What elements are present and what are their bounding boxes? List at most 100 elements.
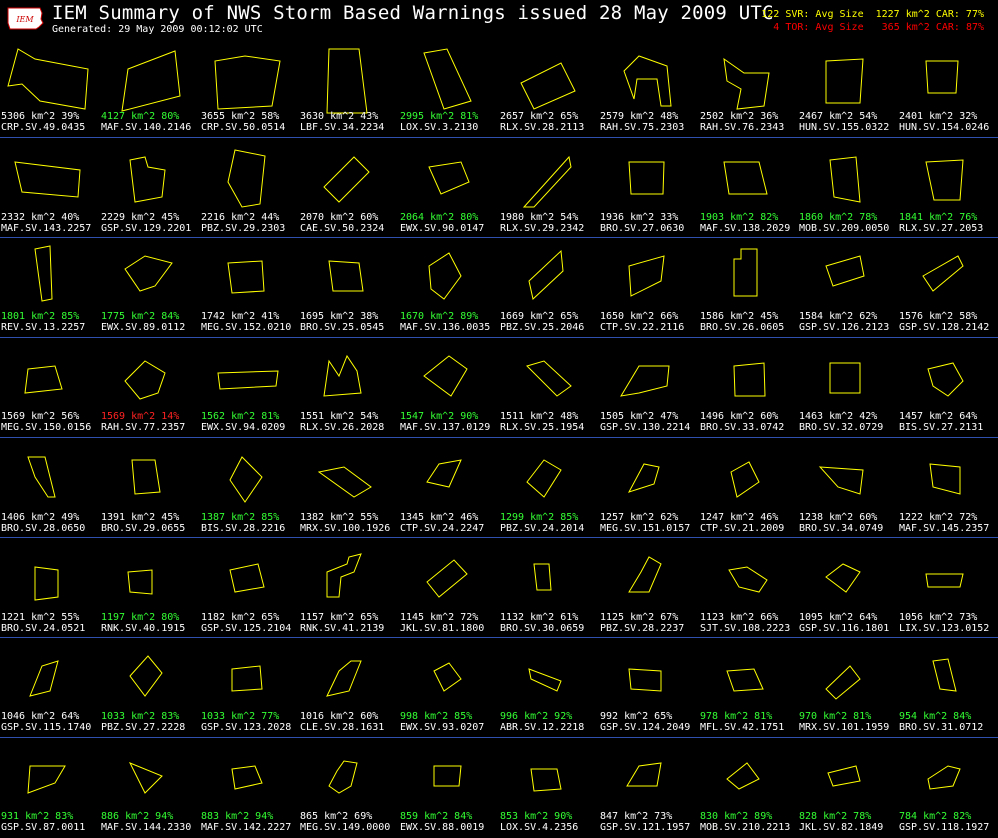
warning-polygon-svg <box>925 159 964 201</box>
warning-polygon-svg <box>423 355 468 397</box>
warning-size-car: 2216 km^2 44% <box>201 212 280 223</box>
warning-cell: 1257 km^2 62% MEG.SV.151.0157 <box>599 439 699 539</box>
warning-cell: 998 km^2 85% EWX.SV.93.0207 <box>399 638 499 738</box>
warning-cell: 2332 km^2 40% MAF.SV.143.2257 <box>0 139 100 239</box>
warning-id: BIS.SV.28.2216 <box>201 523 286 534</box>
warning-size-car: 1505 km^2 47% <box>600 411 679 422</box>
warning-polygon <box>27 765 66 794</box>
warning-polygon <box>825 58 864 104</box>
warning-polygon <box>528 668 562 692</box>
warning-polygon-svg <box>829 362 861 394</box>
warning-size-car: 1056 km^2 73% <box>899 612 978 623</box>
warning-polygon <box>129 655 163 697</box>
warning-cell: 1238 km^2 60% BRO.SV.34.0749 <box>798 439 898 539</box>
warning-cell: 1157 km^2 65% RNK.SV.41.2139 <box>299 539 399 639</box>
warning-cell: 2467 km^2 54% HUN.SV.155.0322 <box>798 38 898 138</box>
warning-polygon-svg <box>7 48 89 110</box>
warning-polygon <box>423 48 472 110</box>
warning-polygon-svg <box>927 765 961 790</box>
warning-polygon <box>522 155 572 208</box>
warning-size-car: 1586 km^2 45% <box>700 311 779 322</box>
warning-polygon <box>620 365 670 397</box>
warning-polygon <box>124 360 166 400</box>
warning-polygon <box>328 760 358 794</box>
warning-cell: 1936 km^2 33% BRO.SV.27.0630 <box>599 139 699 239</box>
warning-polygon <box>131 459 161 495</box>
warning-id: PBZ.SV.24.2014 <box>500 523 585 534</box>
warning-polygon <box>121 50 181 112</box>
warning-size-car: 1775 km^2 84% <box>101 311 180 322</box>
warning-size-car: 2332 km^2 40% <box>1 212 80 223</box>
warning-id: CAE.SV.50.2324 <box>300 223 385 234</box>
warning-cell: 1197 km^2 80% RNK.SV.40.1915 <box>100 539 200 639</box>
warning-polygon-svg <box>326 660 362 697</box>
warning-id: BRO.SV.25.0545 <box>300 322 385 333</box>
warning-size-car: 931 km^2 83% <box>1 811 74 822</box>
warning-size-car: 2064 km^2 80% <box>400 212 479 223</box>
warning-polygon <box>433 662 462 692</box>
warning-size-car: 970 km^2 81% <box>799 711 872 722</box>
warning-polygon <box>929 463 961 495</box>
warning-polygon <box>825 563 861 593</box>
warning-polygon-svg <box>428 252 462 300</box>
warning-polygon <box>229 456 263 503</box>
warning-polygon <box>14 161 81 198</box>
warning-id: LOX.SV.3.2130 <box>400 122 479 133</box>
warning-id: CTP.SV.22.2116 <box>600 322 685 333</box>
warning-size-car: 992 km^2 65% <box>600 711 673 722</box>
warning-polygon <box>129 156 166 203</box>
warning-id: BRO.SV.26.0605 <box>700 322 785 333</box>
warning-polygon <box>733 362 766 397</box>
warning-polygon-svg <box>728 566 768 593</box>
warning-polygon-svg <box>922 255 964 292</box>
warning-polygon <box>530 768 562 792</box>
warning-polygon-svg <box>528 249 564 300</box>
warning-cell: 847 km^2 73% GSP.SV.121.1957 <box>599 738 699 838</box>
warning-polygon-svg <box>217 370 279 390</box>
warning-polygon-svg <box>27 456 56 498</box>
warning-polygon-svg <box>929 463 961 495</box>
warning-id: RAH.SV.75.2303 <box>600 122 685 133</box>
warning-id: BRO.SV.27.0630 <box>600 223 685 234</box>
warning-polygon <box>925 159 964 201</box>
warning-polygon-svg <box>426 459 462 488</box>
warning-polygon-svg <box>24 365 63 394</box>
warning-cell: 3655 km^2 58% CRP.SV.50.0514 <box>200 38 300 138</box>
warning-size-car: 998 km^2 85% <box>400 711 473 722</box>
warning-size-car: 1670 km^2 89% <box>400 311 479 322</box>
warning-id: MAF.SV.138.2029 <box>700 223 791 234</box>
warning-size-car: 1669 km^2 65% <box>500 311 579 322</box>
warning-id: EWX.SV.88.0019 <box>400 822 485 833</box>
warning-cell: 2216 km^2 44% PBZ.SV.29.2303 <box>200 139 300 239</box>
warning-cell: 2229 km^2 45% GSP.SV.129.2201 <box>100 139 200 239</box>
warning-polygon <box>323 156 370 203</box>
warning-polygon-svg <box>227 260 265 294</box>
warning-polygon-svg <box>129 156 166 203</box>
warning-polygon-svg <box>433 662 462 692</box>
warning-id: GSP.SV.123.2028 <box>201 722 292 733</box>
warning-size-car: 1569 km^2 56% <box>1 411 80 422</box>
warning-cell: 931 km^2 83% GSP.SV.87.0011 <box>0 738 100 838</box>
warning-id: MRX.SV.100.1926 <box>300 523 391 534</box>
warning-polygon <box>24 365 63 394</box>
warning-size-car: 2467 km^2 54% <box>799 111 878 122</box>
warning-cell: 1511 km^2 48% RLX.SV.25.1954 <box>499 338 599 438</box>
warning-id: RNK.SV.40.1915 <box>101 623 186 634</box>
warning-polygon <box>628 161 665 195</box>
warning-polygon <box>730 461 760 498</box>
warning-size-car: 1145 km^2 72% <box>400 612 479 623</box>
warning-id: GSP.SV.129.2201 <box>101 223 192 234</box>
warning-cell: 865 km^2 69% MEG.SV.149.0000 <box>299 738 399 838</box>
warning-size-car: 1033 km^2 77% <box>201 711 280 722</box>
warning-cell: 1145 km^2 72% JKL.SV.81.1800 <box>399 539 499 639</box>
warning-polygon-svg <box>520 62 576 110</box>
warning-cell: 1562 km^2 81% EWX.SV.94.0209 <box>200 338 300 438</box>
warning-size-car: 1569 km^2 14% <box>101 411 180 422</box>
warning-id: BRO.SV.30.0659 <box>500 623 585 634</box>
warning-polygon-svg <box>726 762 760 790</box>
warning-size-car: 978 km^2 81% <box>700 711 773 722</box>
warning-size-car: 1222 km^2 72% <box>899 512 978 523</box>
warning-polygon <box>128 762 163 794</box>
warning-polygon-svg <box>423 48 472 110</box>
warning-size-car: 3655 km^2 58% <box>201 111 280 122</box>
